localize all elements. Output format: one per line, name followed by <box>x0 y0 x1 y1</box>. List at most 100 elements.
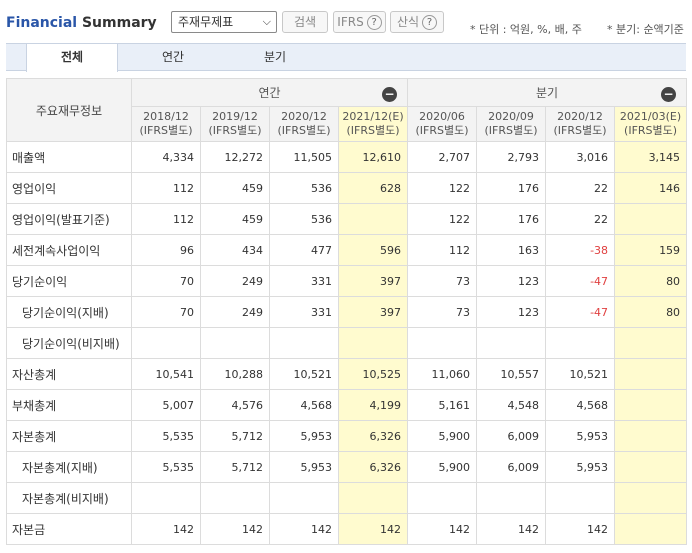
table-cell: 4,576 <box>200 389 270 421</box>
table-cell <box>614 482 688 514</box>
table-cell <box>614 513 688 545</box>
table-cell: 10,541 <box>131 358 201 390</box>
table-cell <box>476 482 547 514</box>
table-cell: 5,900 <box>407 451 478 483</box>
table-cell: 6,009 <box>476 451 547 483</box>
table-cell: 5,712 <box>200 451 270 483</box>
table-cell: 5,900 <box>407 420 478 452</box>
table-row: 자본총계(지배) 5,535 5,712 5,953 6,326 5,900 6,009 5,… <box>6 451 688 483</box>
period-header: 2019/12 (IFRS별도) <box>200 106 270 142</box>
table-cell: 70 <box>131 296 201 328</box>
table-row: 당기순이익(지배) 70 249 331 397 73 123 -47 80 <box>6 296 688 328</box>
period-date: 2021/12(E) <box>342 110 404 123</box>
table-cell: 536 <box>269 203 339 235</box>
period-basis: (IFRS별도) <box>139 124 193 137</box>
table-cell: 5,161 <box>407 389 478 421</box>
period-basis: (IFRS별도) <box>553 124 607 137</box>
table-cell: 6,326 <box>337 420 409 452</box>
table-cell: 10,521 <box>269 358 339 390</box>
period-date: 2020/12 <box>281 110 327 123</box>
table-row: 당기순이익 70 249 331 397 73 123 -47 80 <box>6 265 688 297</box>
table-cell: 12,610 <box>337 141 409 173</box>
table-cell: 96 <box>131 234 201 266</box>
question-icon: ? <box>422 15 438 30</box>
table-cell: 3,016 <box>545 141 616 173</box>
table-cell: 80 <box>614 265 688 297</box>
search-button[interactable]: 검색 <box>282 11 328 33</box>
table-cell: 122 <box>407 203 478 235</box>
table-cell: 4,199 <box>337 389 409 421</box>
table-cell <box>614 358 688 390</box>
table-row: 자본총계 5,535 5,712 5,953 6,326 5,900 6,009 5,953 <box>6 420 688 452</box>
table-cell: 146 <box>614 172 688 204</box>
table-cell <box>614 203 688 235</box>
table-cell: 5,712 <box>200 420 270 452</box>
quarter-basis-note: * 분기: 순액기준 <box>607 23 684 36</box>
row-label: 부채총계 <box>6 389 132 421</box>
period-date: 2020/09 <box>488 110 534 123</box>
ifrs-help-button[interactable]: IFRS? <box>333 11 386 33</box>
period-header: 2020/12 (IFRS별도) <box>545 106 616 142</box>
period-header: 2020/09 (IFRS별도) <box>476 106 547 142</box>
table-cell: 73 <box>407 296 478 328</box>
table-cell: 459 <box>200 203 270 235</box>
period-basis: (IFRS별도) <box>277 124 331 137</box>
table-cell: 5,007 <box>131 389 201 421</box>
table-cell: 22 <box>545 172 616 204</box>
table-cell: 536 <box>269 172 339 204</box>
unit-note: * 단위 : 억원, %, 배, 주 <box>470 23 582 36</box>
table-cell: 123 <box>476 265 547 297</box>
table-cell: 477 <box>269 234 339 266</box>
table-row: 매출액 4,334 12,272 11,505 12,610 2,707 2,793 3,01… <box>6 141 688 173</box>
table-row: 자본금 142 142 142 142 142 142 142 <box>6 513 688 545</box>
table-cell <box>269 482 339 514</box>
table-row: 세전계속사업이익 96 434 477 596 112 163 -38 159 <box>6 234 688 266</box>
table-cell: 10,521 <box>545 358 616 390</box>
row-label: 자본금 <box>6 513 132 545</box>
table-cell: 5,953 <box>545 451 616 483</box>
row-label: 영업이익 <box>6 172 132 204</box>
row-label: 자본총계 <box>6 420 132 452</box>
table-cell: 11,060 <box>407 358 478 390</box>
ifrs-label: IFRS <box>337 15 364 29</box>
page-title: Financial Summary <box>6 15 157 31</box>
table-cell: 6,326 <box>337 451 409 483</box>
row-label: 당기순이익(비지배) <box>6 327 132 359</box>
period-basis: (IFRS별도) <box>484 124 538 137</box>
table-cell: 142 <box>545 513 616 545</box>
financial-summary-table: 주요재무정보 연간 − 분기 − 2018/12 (IFRS별도) 2019/12(… <box>6 78 688 545</box>
tab-annual[interactable]: 연간 <box>126 44 220 71</box>
table-cell <box>407 327 478 359</box>
table-cell <box>131 482 201 514</box>
table-row: 자본총계(비지배) <box>6 482 688 514</box>
table-cell <box>545 482 616 514</box>
table-cell: 4,548 <box>476 389 547 421</box>
collapse-annual-icon[interactable]: − <box>382 87 398 102</box>
table-cell: 459 <box>200 172 270 204</box>
table-cell <box>614 389 688 421</box>
tab-all[interactable]: 전체 <box>26 43 118 72</box>
formula-help-button[interactable]: 산식? <box>390 11 444 33</box>
table-cell: 397 <box>337 265 409 297</box>
table-cell <box>337 327 409 359</box>
table-cell: 123 <box>476 296 547 328</box>
statement-type-value: 주재무제표 <box>178 15 234 29</box>
table-cell <box>545 327 616 359</box>
table-cell: 3,145 <box>614 141 688 173</box>
table-cell: 176 <box>476 203 547 235</box>
quarter-group-label: 분기 <box>536 86 559 100</box>
table-cell: 5,953 <box>269 420 339 452</box>
title-financial: Financial <box>6 15 78 31</box>
table-cell: 122 <box>407 172 478 204</box>
row-label: 영업이익(발표기준) <box>6 203 132 235</box>
row-label: 당기순이익 <box>6 265 132 297</box>
period-basis: (IFRS별도) <box>624 124 678 137</box>
tab-quarter[interactable]: 분기 <box>228 44 322 71</box>
statement-type-select[interactable]: 주재무제표 ⌵ <box>171 11 277 33</box>
row-label: 매출액 <box>6 141 132 173</box>
table-cell: 4,568 <box>545 389 616 421</box>
period-header: 2021/03(E) (IFRS별도) <box>614 106 688 142</box>
table-cell: 70 <box>131 265 201 297</box>
table-cell: 331 <box>269 265 339 297</box>
collapse-quarter-icon[interactable]: − <box>661 87 677 102</box>
